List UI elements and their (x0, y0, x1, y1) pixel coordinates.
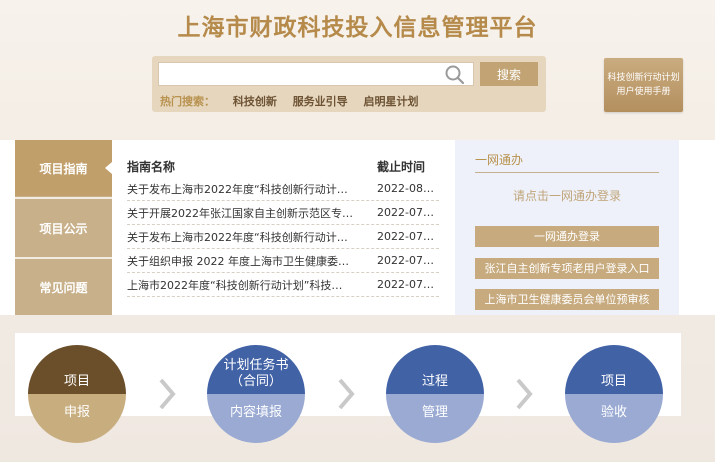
chevron-right-icon (159, 378, 176, 410)
search-input[interactable] (158, 62, 474, 86)
step-task-contract[interactable]: 计划任务书 （合同） 内容填报 (207, 345, 305, 443)
user-manual-button[interactable]: 科技创新行动计划 用户使用手册 (604, 58, 683, 112)
step-bottom-label: 管理 (386, 394, 484, 443)
step-top: 项目 (28, 345, 126, 394)
column-header-name: 指南名称 (127, 159, 176, 174)
guide-table: 指南名称 截止时间 关于发布上海市2022年度“科技创新行动计… 2022-08… (127, 155, 439, 297)
hot-search-link[interactable]: 启明星计划 (364, 95, 419, 108)
step-project-apply[interactable]: 项目 申报 (28, 345, 126, 443)
hot-search-label: 热门搜索： (160, 95, 215, 108)
table-row[interactable]: 关于发布上海市2022年度“科技创新行动计… 2022-07… (127, 225, 439, 249)
zhangjiang-legacy-login-button[interactable]: 张江自主创新专项老用户登录入口 (475, 258, 659, 279)
search-panel: 搜索 热门搜索： 科技创新 服务业引导 启明星计划 (152, 56, 546, 112)
step-top-label: 计划任务书 （合同） (223, 358, 289, 389)
chevron-right-icon (338, 378, 355, 410)
step-bottom-label: 验收 (565, 394, 663, 443)
table-row[interactable]: 关于组织申报 2022 年度上海市卫生健康委… 2022-07… (127, 249, 439, 273)
guide-name[interactable]: 关于组织申报 2022 年度上海市卫生健康委… (127, 253, 377, 269)
step-bottom-label: 内容填报 (207, 394, 305, 443)
manual-line-1: 科技创新行动计划 (607, 73, 680, 83)
guide-deadline: 2022-07… (377, 278, 434, 291)
guide-name[interactable]: 关于开展2022年张江国家自主创新示范区专… (127, 205, 377, 221)
one-net-login-button[interactable]: 一网通办登录 (475, 226, 659, 247)
step-project-acceptance[interactable]: 项目 验收 (565, 345, 663, 443)
guide-deadline: 2022-08… (377, 182, 434, 195)
guide-deadline: 2022-07… (377, 230, 434, 243)
login-panel: 一网通办 请点击一网通办登录 一网通办登录 张江自主创新专项老用户登录入口 上海… (455, 140, 679, 315)
hot-search-link[interactable]: 服务业引导 (293, 95, 348, 108)
search-icon[interactable] (444, 65, 466, 85)
guide-name[interactable]: 关于发布上海市2022年度“科技创新行动计… (127, 229, 377, 245)
step-top-label: 项目 (63, 374, 90, 389)
login-title: 一网通办 (475, 153, 524, 167)
side-tabs: 项目指南 项目公示 常见问题 (15, 140, 112, 315)
hot-search-link[interactable]: 科技创新 (233, 95, 277, 108)
tab-project-guide[interactable]: 项目指南 (15, 140, 112, 196)
chevron-right-icon (516, 378, 533, 410)
step-top: 项目 (565, 345, 663, 394)
guide-deadline: 2022-07… (377, 254, 434, 267)
page-title: 上海市财政科技投入信息管理平台 (177, 15, 538, 41)
table-row[interactable]: 上海市2022年度“科技创新行动计划”科技… 2022-07… (127, 273, 439, 297)
column-header-deadline: 截止时间 (377, 159, 426, 174)
step-process-management[interactable]: 过程 管理 (386, 345, 484, 443)
guide-deadline: 2022-07… (377, 206, 434, 219)
table-row[interactable]: 关于开展2022年张江国家自主创新示范区专… 2022-07… (127, 201, 439, 225)
divider (475, 172, 659, 173)
health-commission-review-button[interactable]: 上海市卫生健康委员会单位预审核 (475, 289, 659, 310)
tab-faq[interactable]: 常见问题 (15, 259, 112, 315)
guide-table-header: 指南名称 截止时间 (127, 155, 439, 177)
guide-name[interactable]: 关于发布上海市2022年度“科技创新行动计… (127, 181, 377, 197)
table-row[interactable]: 关于发布上海市2022年度“科技创新行动计… 2022-08… (127, 177, 439, 201)
hot-search-row: 热门搜索： 科技创新 服务业引导 启明星计划 (160, 93, 431, 109)
step-bottom-label: 申报 (28, 394, 126, 443)
step-top-label: 项目 (600, 374, 627, 389)
step-top: 计划任务书 （合同） (207, 345, 305, 394)
step-top-label: 过程 (421, 374, 448, 389)
guide-name[interactable]: 上海市2022年度“科技创新行动计划”科技… (127, 277, 377, 293)
step-top: 过程 (386, 345, 484, 394)
tab-project-notice[interactable]: 项目公示 (15, 200, 112, 256)
tab-divider (15, 197, 112, 199)
login-hint: 请点击一网通办登录 (512, 189, 621, 203)
manual-line-2: 用户使用手册 (616, 87, 671, 97)
search-button[interactable]: 搜索 (480, 62, 538, 86)
